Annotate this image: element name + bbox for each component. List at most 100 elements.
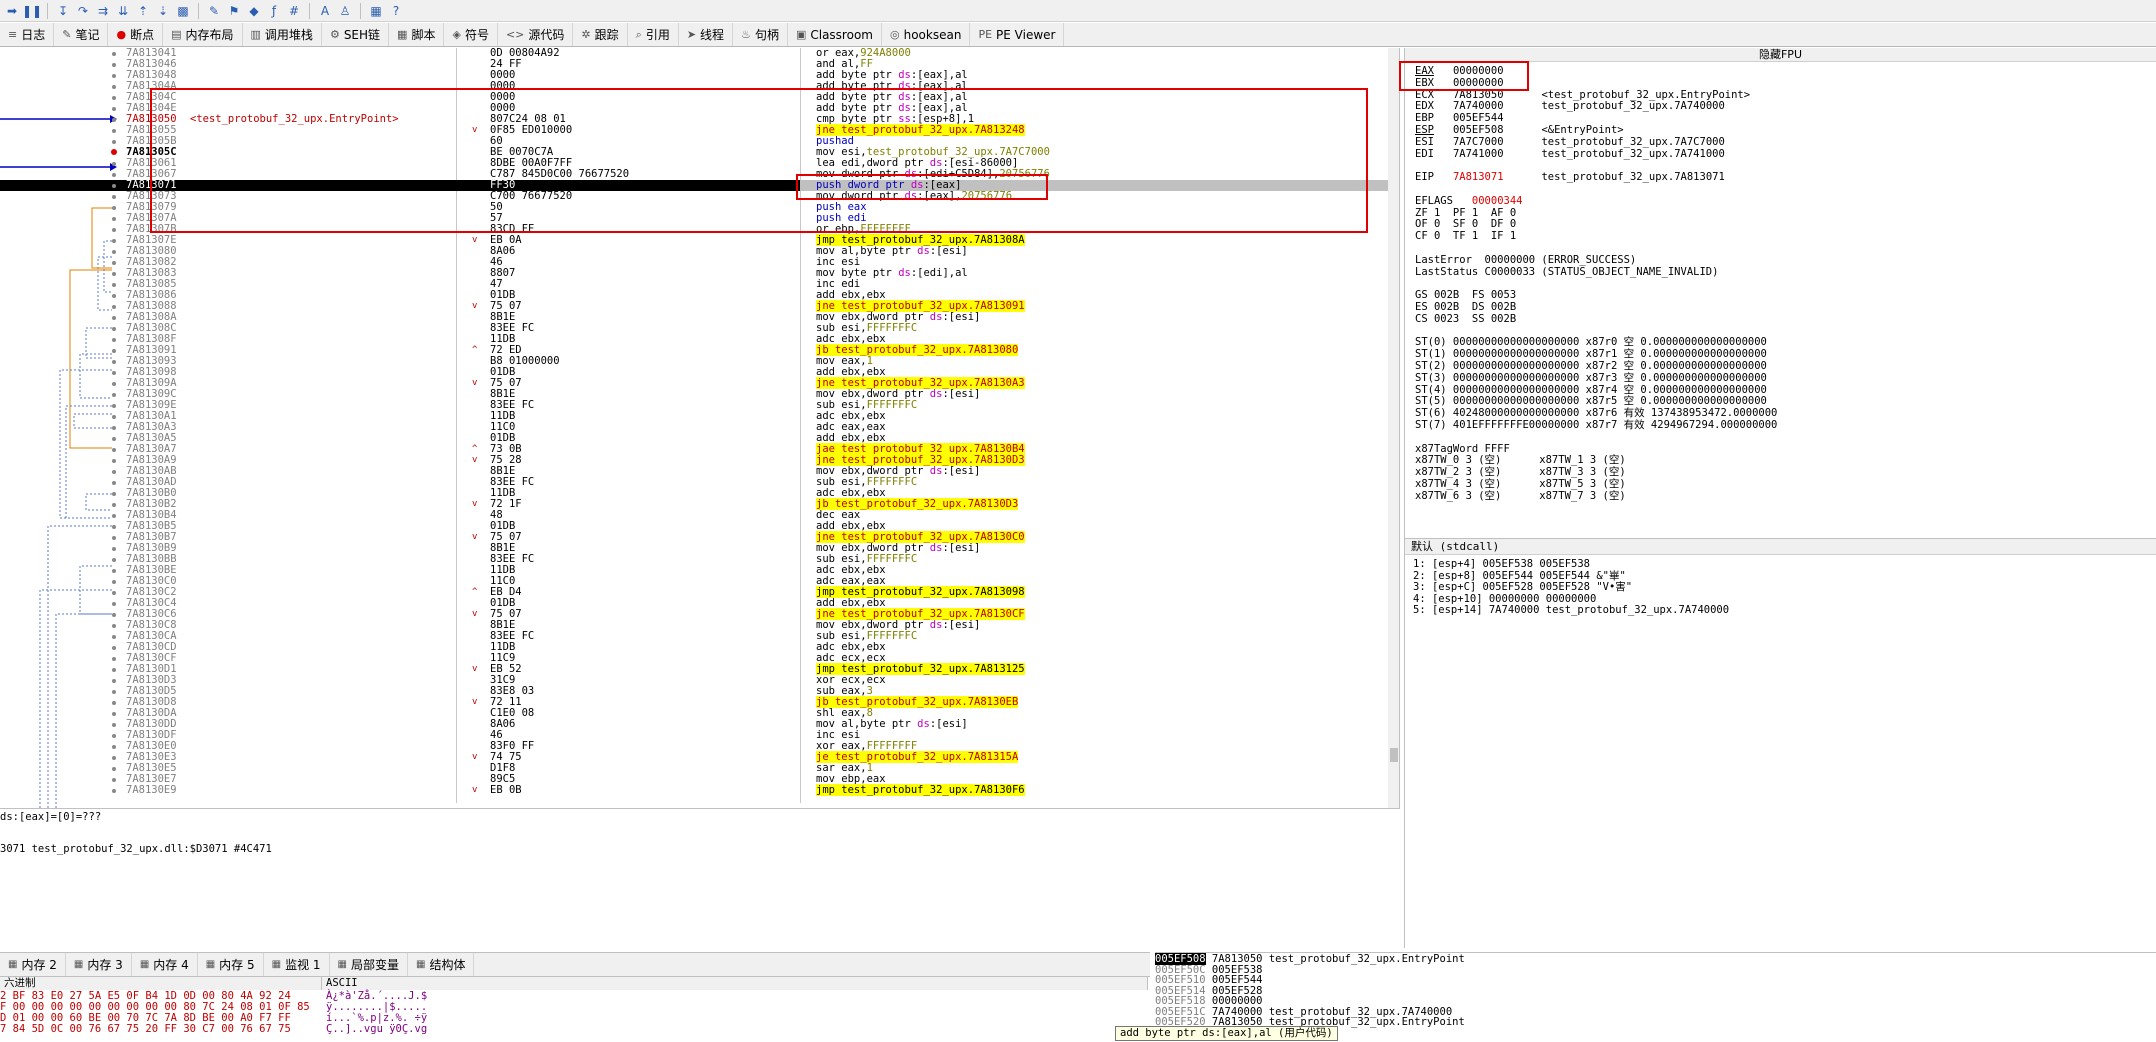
bottom-tab-4[interactable]: ▦ 监视 1: [264, 953, 330, 976]
disasm-row[interactable]: 7A81309E 83EE FC sub esi,FFFFFFFC: [0, 400, 1388, 411]
breakpoint-marker[interactable]: [112, 580, 116, 584]
disasm-row[interactable]: 7A813083 8807 mov byte ptr ds:[edi],al: [0, 268, 1388, 279]
disasm-row[interactable]: 7A813085 47 inc edi: [0, 279, 1388, 290]
disasm-row[interactable]: 7A8130C4 01DB add ebx,ebx: [0, 598, 1388, 609]
disasm-row[interactable]: 7A8130BB 83EE FC sub esi,FFFFFFFC: [0, 554, 1388, 565]
breakpoint-marker[interactable]: [112, 558, 116, 562]
disasm-row[interactable]: 7A8130AB 8B1E mov ebx,dword ptr ds:[esi]: [0, 466, 1388, 477]
bottom-tab-0[interactable]: ▦ 内存 2: [0, 953, 66, 976]
breakpoint-marker[interactable]: [112, 547, 116, 551]
breakpoint-marker[interactable]: [112, 107, 116, 111]
disasm-row[interactable]: 7A8130B7 v 75 07 jne test_protobuf_32_upx.7…: [0, 531, 1388, 543]
disasm-row[interactable]: 7A81308A 8B1E mov ebx,dword ptr ds:[esi]: [0, 312, 1388, 323]
breakpoint-marker[interactable]: [112, 415, 116, 419]
disasm-row[interactable]: 7A81308F 11DB adc ebx,ebx: [0, 334, 1388, 345]
register-value[interactable]: 7A740000: [1453, 100, 1504, 112]
tab-references[interactable]: ⌕ 引用: [628, 23, 679, 46]
breakpoint-marker[interactable]: [112, 459, 116, 463]
breakpoint-marker[interactable]: [112, 437, 116, 441]
breakpoint-marker[interactable]: [112, 195, 116, 199]
disasm-row[interactable]: 7A8130CF 11C9 adc ecx,ecx: [0, 653, 1388, 664]
tab-classroom[interactable]: ▣ Classroom: [788, 23, 882, 46]
breakpoint-marker[interactable]: [112, 470, 116, 474]
tab-callstack[interactable]: ▥ 调用堆栈: [243, 23, 322, 46]
disasm-row[interactable]: 7A8130D3 31C9 xor ecx,ecx: [0, 675, 1388, 686]
disasm-row[interactable]: 7A8130E9 v EB 0B jmp test_protobuf_32_upx.7…: [0, 784, 1388, 796]
breakpoint-marker[interactable]: [112, 668, 116, 672]
breakpoint-marker[interactable]: [112, 613, 116, 617]
breakpoint-marker[interactable]: [112, 778, 116, 782]
bookmark-icon[interactable]: ◆: [246, 3, 262, 19]
breakpoint-marker[interactable]: [112, 272, 116, 276]
bottom-tab-5[interactable]: ▦ 局部变量: [330, 953, 408, 976]
tab-hooksean[interactable]: ◎ hooksean: [882, 23, 971, 46]
disasm-row[interactable]: 7A81308C 83EE FC sub esi,FFFFFFFC: [0, 323, 1388, 334]
run-icon[interactable]: ➡: [4, 3, 20, 19]
register-eip[interactable]: EIP 7A813071 test_protobuf_32_upx.7A8130…: [1415, 171, 1777, 184]
hash-icon[interactable]: #: [286, 3, 302, 19]
memory-dump[interactable]: 六进制 ASCII 2 BF 83 E0 27 5A E5 0F B4 1D 0…: [0, 976, 1150, 1042]
disasm-row[interactable]: 7A8130D1 v EB 52 jmp test_protobuf_32_upx.7…: [0, 663, 1388, 675]
stack-arg-row[interactable]: 1: [esp+4] 005EF538 005EF538: [1413, 558, 1729, 571]
tab-memory-map[interactable]: ▤ 内存布局: [163, 23, 243, 46]
disasm-row[interactable]: 7A8130E3 v 74 75 je test_protobuf_32_upx.7A…: [0, 751, 1388, 763]
breakpoint-marker[interactable]: [112, 283, 116, 287]
breakpoint-marker[interactable]: [112, 646, 116, 650]
breakpoint-marker[interactable]: [112, 239, 116, 243]
disasm-row[interactable]: 7A8130A5 01DB add ebx,ebx: [0, 433, 1388, 444]
disasm-row[interactable]: 7A8130CD 11DB adc ebx,ebx: [0, 642, 1388, 653]
breakpoint-marker[interactable]: [112, 624, 116, 628]
breakpoint-marker[interactable]: [112, 734, 116, 738]
disasm-row[interactable]: 7A8130CA 83EE FC sub esi,FFFFFFFC: [0, 631, 1388, 642]
patch-icon[interactable]: ▩: [175, 3, 191, 19]
breakpoint-marker[interactable]: [112, 261, 116, 265]
breakpoint-marker[interactable]: [112, 217, 116, 221]
stack-args-panel[interactable]: 默认 (stdcall) 1: [esp+4] 005EF538 005EF53…: [1404, 538, 2156, 948]
stack-arg-row[interactable]: 3: [esp+C] 005EF528 005EF528 "V•害": [1413, 581, 1729, 594]
disasm-row[interactable]: 7A8130E5 D1F8 sar eax,1: [0, 763, 1388, 774]
breakpoint-marker[interactable]: [112, 85, 116, 89]
tab-source[interactable]: <> 源代码: [498, 23, 574, 46]
help-icon[interactable]: ?: [388, 3, 404, 19]
register-edi[interactable]: EDI 7A741000 test_protobuf_32_upx.7A7410…: [1415, 148, 1777, 161]
step-over-icon[interactable]: ↷: [75, 3, 91, 19]
breakpoint-marker[interactable]: [112, 360, 116, 364]
fpu-register-row[interactable]: ST(2) 00000000000000000000 x87r2 空 0.000…: [1415, 360, 1777, 373]
tab-script[interactable]: ▦ 脚本: [389, 23, 445, 46]
breakpoint-marker[interactable]: [112, 294, 116, 298]
breakpoint-marker[interactable]: [112, 206, 116, 210]
breakpoint-marker[interactable]: [112, 657, 116, 661]
breakpoint-marker[interactable]: [112, 173, 116, 177]
breakpoint-marker[interactable]: [112, 118, 116, 122]
trace-into-icon[interactable]: ⇉: [95, 3, 111, 19]
tab-symbols[interactable]: ◈ 符号: [444, 23, 498, 46]
breakpoint-marker[interactable]: [112, 602, 116, 606]
tab-trace[interactable]: ✲ 跟踪: [573, 23, 628, 46]
label-icon[interactable]: ⚑: [226, 3, 242, 19]
bottom-tab-6[interactable]: ▦ 结构体: [408, 953, 475, 976]
register-value[interactable]: 00000344: [1472, 195, 1523, 207]
breakpoint-marker[interactable]: [112, 767, 116, 771]
disasm-row[interactable]: 7A8130A9 v 75 28 jne test_protobuf_32_upx.7…: [0, 454, 1388, 466]
breakpoint-marker[interactable]: [112, 426, 116, 430]
x87-tag-row[interactable]: x87TW_4 3 (空) x87TW_5 3 (空): [1415, 478, 1777, 491]
disasm-row[interactable]: 7A81309A v 75 07 jne test_protobuf_32_upx.7…: [0, 377, 1388, 389]
disasm-row[interactable]: 7A813093 B8 01000000 mov eax,1: [0, 356, 1388, 367]
execute-till-return-icon[interactable]: ⇣: [155, 3, 171, 19]
breakpoint-marker[interactable]: [112, 393, 116, 397]
segment-registers-row[interactable]: ES 002B DS 002B: [1415, 301, 1777, 314]
disasm-row[interactable]: 7A8130DD 8A06 mov al,byte ptr ds:[esi]: [0, 719, 1388, 730]
register-value[interactable]: 005EF508: [1453, 124, 1504, 136]
hide-fpu-button[interactable]: 隐藏FPU: [1405, 48, 2156, 62]
disasm-row[interactable]: 7A8130E7 89C5 mov ebp,eax: [0, 774, 1388, 785]
breakpoint-marker[interactable]: [112, 525, 116, 529]
disasm-row[interactable]: 7A8130D5 83E8 03 sub eax,3: [0, 686, 1388, 697]
fpu-register-row[interactable]: ST(3) 00000000000000000000 x87r3 空 0.000…: [1415, 372, 1777, 385]
breakpoint-marker[interactable]: [112, 514, 116, 518]
disasm-row[interactable]: 7A8130B5 01DB add ebx,ebx: [0, 521, 1388, 532]
breakpoint-marker[interactable]: [112, 536, 116, 540]
tab-pe-viewer[interactable]: PE PE Viewer: [970, 23, 1065, 46]
flags-row[interactable]: CF 0 TF 1 IF 1: [1415, 230, 1777, 243]
breakpoint-marker[interactable]: [112, 481, 116, 485]
disasm-row[interactable]: 7A813048 0000 add byte ptr ds:[eax],al: [0, 70, 1388, 81]
